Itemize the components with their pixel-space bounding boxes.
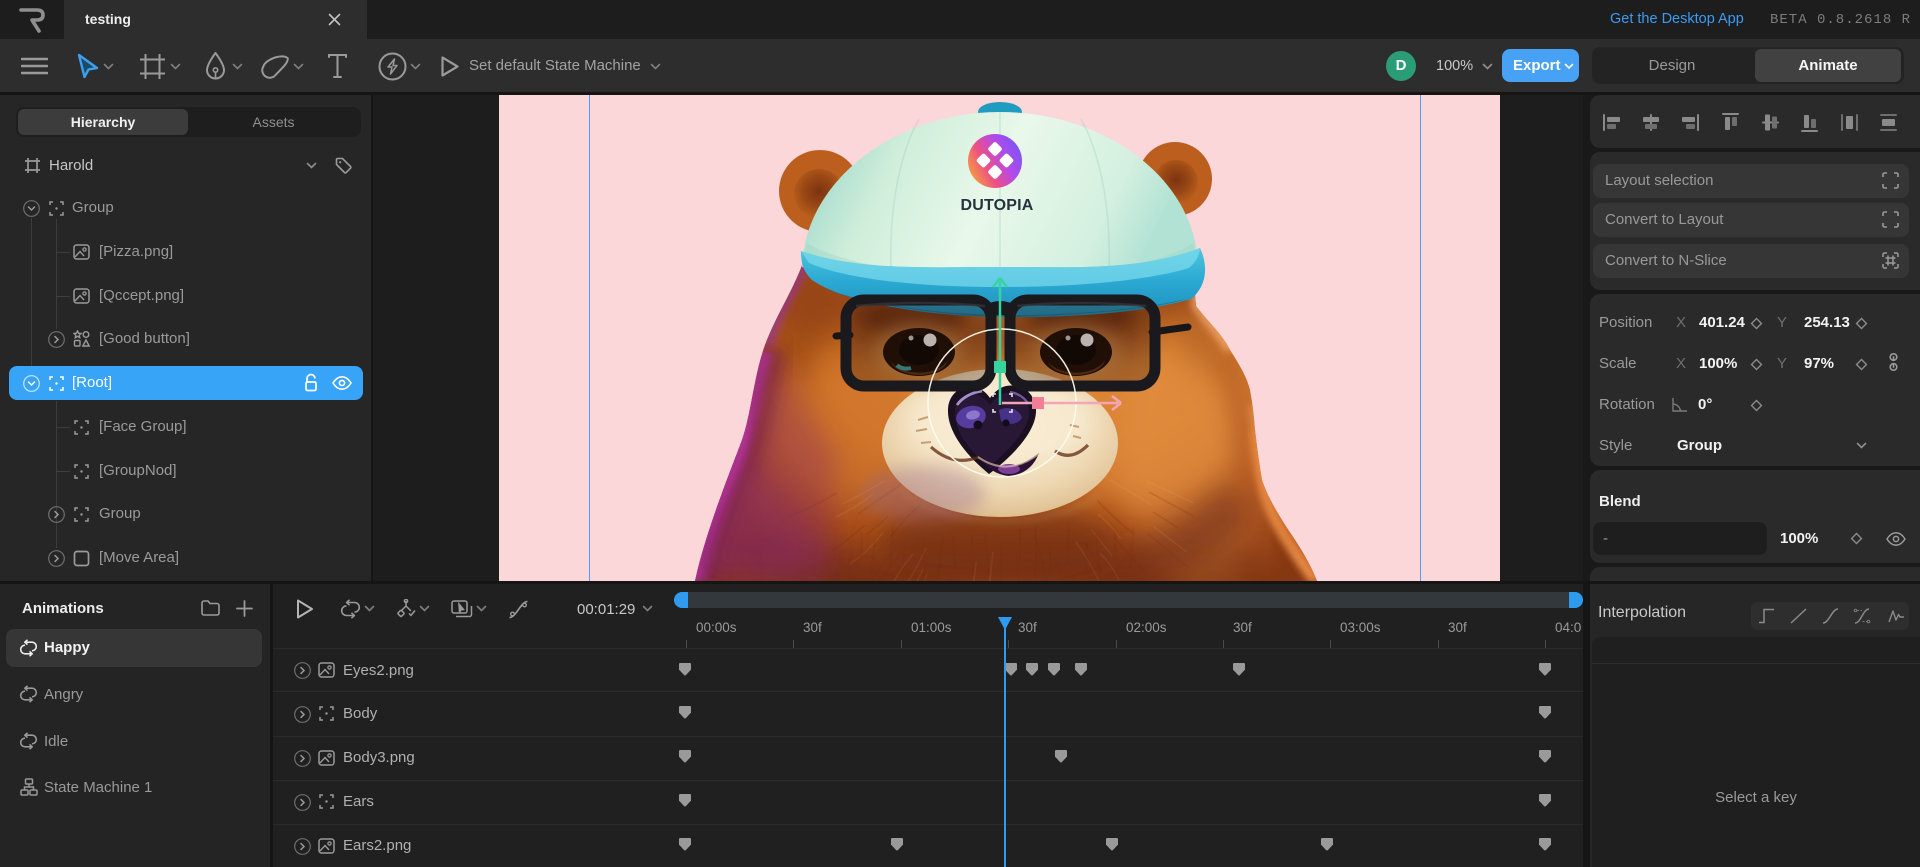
svg-text:DUTOPIA: DUTOPIA [960, 197, 1033, 214]
